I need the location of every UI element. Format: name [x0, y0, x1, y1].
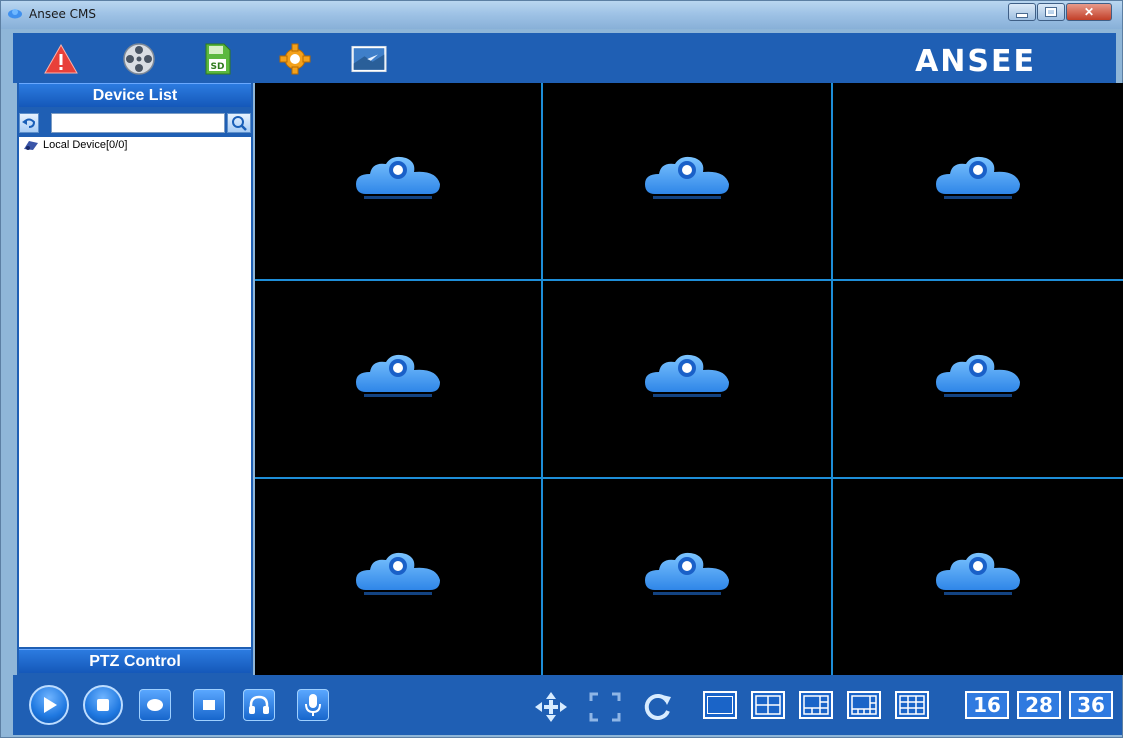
headphones-icon: [249, 695, 269, 714]
video-cell[interactable]: [543, 83, 831, 279]
maximize-icon: [1045, 7, 1057, 17]
stop-icon: [97, 699, 109, 711]
video-grid: [255, 83, 1123, 675]
search-icon: [232, 116, 247, 131]
alarm-icon: [44, 43, 78, 74]
play-icon: [44, 697, 57, 713]
cloud-camera-icon: [356, 354, 440, 397]
settings-button[interactable]: [277, 42, 313, 76]
cloud-camera-icon: [645, 552, 729, 595]
tree-item-local-device[interactable]: Local Device[0/0]: [23, 139, 127, 151]
back-button[interactable]: [19, 113, 39, 133]
minimize-button[interactable]: [1008, 3, 1036, 21]
maximize-button[interactable]: [1037, 3, 1065, 21]
window-controls: ✕: [1008, 3, 1112, 21]
app-window: Ansee CMS ✕ SD ANSEE Device List Local D…: [0, 0, 1123, 738]
layout-1-icon: [707, 696, 733, 714]
ptz-move-icon: [535, 692, 567, 722]
image-icon: [351, 45, 387, 73]
video-cell[interactable]: [255, 83, 541, 279]
layout-6-button[interactable]: [799, 691, 833, 719]
main-toolbar: SD ANSEE: [13, 33, 1116, 83]
video-cell[interactable]: [543, 479, 831, 675]
grid-divider: [255, 477, 1123, 479]
device-panel: Device List Local Device[0/0] PTZ Contro…: [17, 83, 253, 675]
cloud-camera-icon: [645, 156, 729, 199]
control-bar: 16 28 36: [13, 675, 1122, 735]
ptz-control-header[interactable]: PTZ Control: [19, 649, 251, 673]
record-icon: [147, 699, 163, 711]
snapshot-stop-icon: [203, 700, 215, 710]
layout-8-button[interactable]: [847, 691, 881, 719]
video-cell[interactable]: [255, 479, 541, 675]
audio-button[interactable]: [243, 689, 275, 721]
device-list-header[interactable]: Device List: [19, 83, 251, 107]
playback-button[interactable]: [121, 42, 157, 76]
sd-card-label: SD: [211, 62, 225, 72]
tree-item-label: Local Device[0/0]: [43, 139, 128, 151]
close-button[interactable]: ✕: [1066, 3, 1112, 21]
cloud-camera-icon: [356, 156, 440, 199]
record-button[interactable]: [139, 689, 171, 721]
minimize-icon: [1016, 12, 1028, 18]
film-reel-icon: [123, 43, 155, 75]
talk-button[interactable]: [297, 689, 329, 721]
cloud-camera-icon: [936, 354, 1020, 397]
grid-divider: [831, 83, 833, 675]
layout-36-button[interactable]: 36: [1069, 691, 1113, 719]
video-cell[interactable]: [543, 281, 831, 477]
layout-8-icon: [851, 695, 877, 715]
video-cell[interactable]: [833, 479, 1123, 675]
title-bar[interactable]: Ansee CMS ✕: [1, 1, 1122, 29]
app-cloud-icon: [8, 9, 22, 19]
sd-card-icon: SD: [205, 43, 231, 75]
cloud-camera-icon: [356, 552, 440, 595]
cloud-camera-icon: [936, 156, 1020, 199]
layout-4-icon: [755, 695, 781, 715]
refresh-icon: [644, 693, 671, 720]
fullscreen-button[interactable]: [585, 689, 625, 725]
layout-4-button[interactable]: [751, 691, 785, 719]
image-button[interactable]: [351, 42, 387, 76]
layout-1-button[interactable]: [703, 691, 737, 719]
layout-16-button[interactable]: 16: [965, 691, 1009, 719]
close-icon: ✕: [1083, 5, 1095, 19]
settings-gear-icon: [279, 43, 311, 75]
microphone-icon: [305, 694, 321, 716]
layout-9-icon: [899, 695, 925, 715]
network-device-icon: [24, 141, 38, 150]
back-arrow-icon: [22, 118, 36, 128]
cloud-camera-icon: [936, 552, 1020, 595]
layout-9-button[interactable]: [895, 691, 929, 719]
sd-card-button[interactable]: SD: [199, 42, 235, 76]
device-tree: Local Device[0/0]: [19, 137, 251, 647]
grid-divider: [541, 83, 543, 675]
alarm-button[interactable]: [43, 42, 79, 76]
window-title: Ansee CMS: [29, 7, 96, 21]
video-cell[interactable]: [833, 281, 1123, 477]
layout-6-icon: [803, 695, 829, 715]
search-button[interactable]: [227, 113, 251, 133]
video-cell[interactable]: [833, 83, 1123, 279]
layout-28-button[interactable]: 28: [1017, 691, 1061, 719]
cloud-camera-icon: [645, 354, 729, 397]
device-search-input[interactable]: [51, 113, 225, 133]
brand-logo: ANSEE: [915, 44, 1036, 79]
fullscreen-icon: [589, 692, 621, 722]
device-search-row: [19, 111, 251, 135]
grid-divider: [255, 279, 1123, 281]
ptz-move-button[interactable]: [531, 689, 571, 725]
stop-button[interactable]: [83, 685, 123, 725]
play-button[interactable]: [29, 685, 69, 725]
video-cell[interactable]: [255, 281, 541, 477]
snapshot-button[interactable]: [193, 689, 225, 721]
refresh-button[interactable]: [637, 689, 677, 725]
